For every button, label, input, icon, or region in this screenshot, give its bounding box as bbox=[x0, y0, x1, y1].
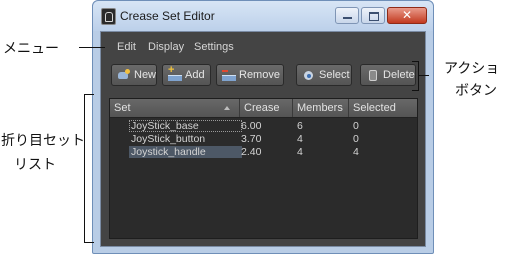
cell-crease: 3.70 bbox=[241, 133, 262, 145]
column-header-set[interactable]: Set bbox=[110, 99, 240, 117]
annotation-list-bracket bbox=[84, 94, 85, 243]
sort-ascending-icon bbox=[224, 106, 230, 110]
select-icon bbox=[302, 69, 316, 81]
close-button[interactable]: ✕ bbox=[387, 7, 427, 24]
editor-client-area: Edit Display Settings New Add Remove bbox=[100, 31, 426, 247]
new-button-label: New bbox=[134, 69, 157, 81]
annotation-menu-label: メニュー bbox=[3, 40, 59, 56]
table-row[interactable]: JoyStick_button 3.70 4 0 bbox=[110, 133, 417, 145]
maximize-button[interactable] bbox=[361, 7, 385, 24]
annotation-list-bracket-bottom bbox=[84, 242, 94, 243]
column-header-set-label: Set bbox=[114, 102, 131, 114]
annotation-actions-bracket-bottom bbox=[412, 90, 419, 91]
annotation-actions-bracket-top bbox=[412, 61, 419, 62]
column-header-selected[interactable]: Selected bbox=[349, 99, 419, 117]
remove-icon bbox=[222, 69, 236, 81]
new-icon bbox=[117, 69, 131, 81]
screenshot-stage: Crease Set Editor ✕ Edit Display Setting… bbox=[0, 0, 511, 256]
column-header-crease[interactable]: Crease bbox=[240, 99, 293, 117]
table-row[interactable]: Joystick_handle 2.40 4 4 bbox=[110, 146, 417, 158]
add-icon bbox=[168, 64, 182, 81]
cell-set: Joystick_handle bbox=[129, 146, 242, 158]
cell-members: 6 bbox=[297, 120, 303, 132]
remove-button-label: Remove bbox=[239, 69, 280, 81]
annotation-list-bracket-top bbox=[84, 94, 94, 95]
cell-set: JoyStick_button bbox=[131, 133, 206, 145]
cell-selected: 0 bbox=[353, 120, 359, 132]
menu-edit[interactable]: Edit bbox=[117, 41, 136, 53]
new-button[interactable]: New bbox=[111, 64, 157, 86]
annotation-actions-line bbox=[419, 75, 429, 76]
annotation-list-label-line1: 折り目セット bbox=[1, 132, 85, 148]
maya-app-icon bbox=[101, 8, 116, 25]
title-bar[interactable]: Crease Set Editor ✕ bbox=[93, 1, 433, 31]
delete-icon bbox=[366, 69, 380, 81]
window-controls: ✕ bbox=[335, 7, 427, 24]
close-icon: ✕ bbox=[401, 8, 413, 22]
delete-button[interactable]: Delete bbox=[360, 64, 416, 86]
menu-display[interactable]: Display bbox=[148, 41, 184, 53]
minimize-icon bbox=[343, 17, 352, 19]
cell-members: 4 bbox=[297, 133, 303, 145]
window-title: Crease Set Editor bbox=[120, 9, 215, 23]
cell-selected: 0 bbox=[353, 133, 359, 145]
table-row[interactable]: JoyStick_base 6.00 6 0 bbox=[110, 120, 417, 132]
action-toolbar: New Add Remove Select Delete bbox=[101, 64, 425, 90]
column-header-members[interactable]: Members bbox=[293, 99, 349, 117]
add-button-label: Add bbox=[185, 69, 205, 81]
maximize-icon bbox=[369, 12, 379, 21]
remove-button[interactable]: Remove bbox=[216, 64, 284, 86]
menu-bar: Edit Display Settings bbox=[101, 32, 425, 58]
cell-crease: 6.00 bbox=[241, 120, 262, 132]
cell-set: JoyStick_base bbox=[129, 120, 242, 132]
cell-selected: 4 bbox=[353, 146, 359, 158]
minimize-button[interactable] bbox=[335, 7, 359, 24]
crease-set-table[interactable]: Set Crease Members Selected JoyStick_bas… bbox=[109, 98, 418, 239]
cell-crease: 2.40 bbox=[241, 146, 262, 158]
annotation-actions-bracket bbox=[418, 61, 419, 91]
annotation-menu-line bbox=[79, 47, 105, 48]
crease-set-editor-window: Crease Set Editor ✕ Edit Display Setting… bbox=[92, 0, 434, 254]
annotation-actions-label-line1: アクショ bbox=[444, 60, 500, 76]
annotation-list-label-line2: リスト bbox=[14, 156, 56, 172]
delete-button-label: Delete bbox=[383, 69, 415, 81]
table-header: Set Crease Members Selected bbox=[110, 99, 417, 118]
annotation-actions-label-line2: ボタン bbox=[455, 82, 497, 98]
select-button[interactable]: Select bbox=[296, 64, 352, 86]
menu-settings[interactable]: Settings bbox=[194, 41, 234, 53]
cell-members: 4 bbox=[297, 146, 303, 158]
add-button[interactable]: Add bbox=[162, 64, 211, 86]
select-button-label: Select bbox=[319, 69, 350, 81]
